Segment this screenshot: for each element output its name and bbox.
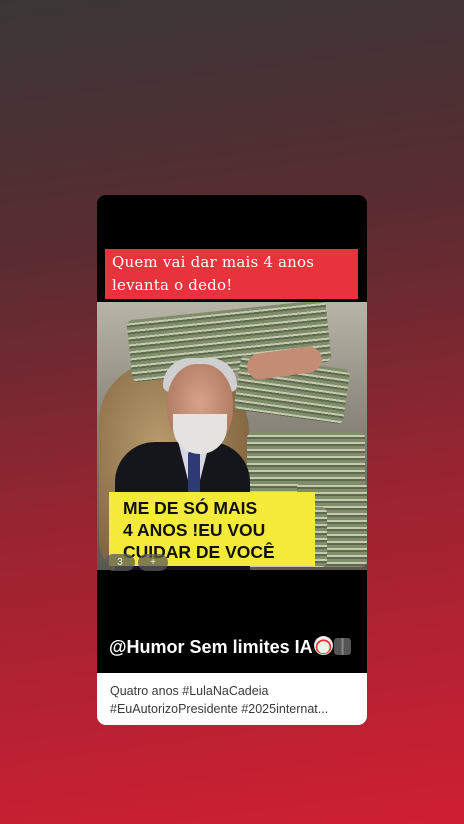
story-card[interactable]: Quem vai dar mais 4 anos levanta o dedo!…	[97, 195, 367, 725]
share-count-badge[interactable]: 3	[105, 554, 135, 571]
video-frame[interactable]: Quem vai dar mais 4 anos levanta o dedo!…	[97, 195, 367, 673]
add-badge[interactable]: +	[138, 554, 168, 571]
post-description[interactable]: Quatro anos #LulaNaCadeia #EuAutorizoPre…	[97, 673, 367, 725]
top-caption: Quem vai dar mais 4 anos levanta o dedo!	[105, 249, 358, 299]
watermark-text: @Humor Sem limites IA	[109, 637, 313, 657]
description-line: #EuAutorizoPresidente #2025internat...	[110, 702, 329, 716]
description-line: Quatro anos #LulaNaCadeia	[110, 684, 269, 698]
film-icon	[333, 638, 351, 655]
watermark-handle: @Humor Sem limites IA	[109, 636, 351, 658]
overlay-badges: 3 +	[105, 554, 168, 571]
clown-face-icon	[313, 636, 333, 655]
